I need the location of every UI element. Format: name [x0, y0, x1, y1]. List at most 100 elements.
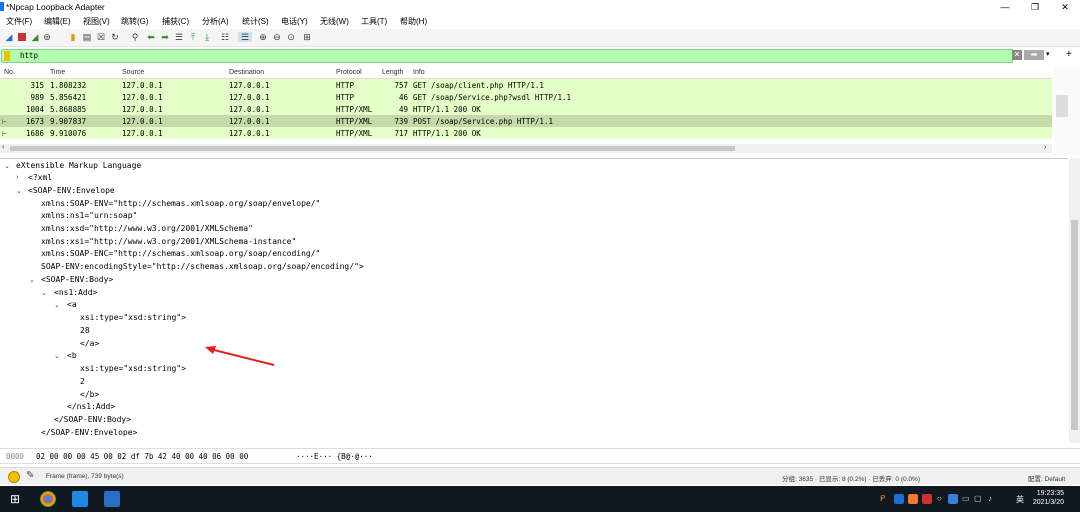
add-filter-button-icon[interactable]: + — [1066, 49, 1076, 61]
tree-item[interactable]: </SOAP-ENV:Body> — [54, 415, 131, 424]
filter-dropdown-icon[interactable]: ▾ — [1046, 50, 1054, 60]
details-vscrollbar[interactable] — [1069, 158, 1080, 443]
tree-item[interactable]: 28 — [80, 326, 90, 335]
wireshark-taskbar-icon[interactable] — [104, 491, 120, 507]
monitor-icon[interactable]: ▢ — [974, 494, 982, 503]
tree-item[interactable]: eXtensible Markup Language — [16, 161, 141, 170]
menu-capture[interactable]: 捕获(C) — [162, 16, 189, 27]
taskbar-clock[interactable]: 19:23:35 2021/3/20 — [1033, 489, 1064, 507]
packet-list-hscrollbar[interactable]: ‹ › — [0, 144, 1052, 153]
windows-start-icon[interactable]: ⊞ — [10, 493, 20, 505]
maximize-button[interactable]: ❐ — [1020, 0, 1050, 14]
menu-analyze[interactable]: 分析(A) — [202, 16, 229, 27]
go-back-icon[interactable]: ⬅ — [146, 32, 156, 42]
network-icon[interactable]: ▭ — [962, 494, 970, 503]
edit-comment-icon[interactable]: ✎ — [26, 470, 34, 481]
last-packet-icon[interactable]: ⤓ — [202, 32, 212, 42]
tree-item[interactable]: </a> — [80, 339, 99, 348]
tree-item[interactable]: </b> — [80, 390, 99, 399]
chevron-down-icon[interactable]: ⌄ — [54, 352, 60, 360]
bytes-ascii[interactable]: ····E··· {B@·@··· — [296, 452, 373, 461]
capture-options-icon[interactable]: ⊚ — [42, 32, 52, 42]
volume-icon[interactable]: ♪ — [988, 494, 992, 503]
tree-item[interactable]: xsi:type="xsd:string"> — [80, 364, 186, 373]
filter-text[interactable]: http — [20, 51, 38, 60]
menu-telephony[interactable]: 电话(Y) — [281, 16, 308, 27]
chevron-down-icon[interactable]: ⌄ — [29, 276, 35, 284]
column-protocol[interactable]: Protocol — [336, 69, 362, 76]
vscode-icon[interactable] — [72, 491, 88, 507]
autoscroll-icon[interactable]: ☷ — [220, 32, 230, 42]
start-capture-icon[interactable]: ◢ — [4, 32, 14, 42]
scroll-right-icon[interactable]: › — [1044, 144, 1046, 151]
tree-item[interactable]: xmlns:xsd="http://www.w3.org/2001/XMLSch… — [41, 224, 253, 233]
packet-row[interactable]: 1004 5.868885 127.0.0.1 127.0.0.1 HTTP/X… — [0, 103, 1052, 115]
tree-item[interactable]: xmlns:ns1="urn:soap" — [41, 211, 137, 220]
tree-item[interactable]: xmlns:xsi="http://www.w3.org/2001/XMLSch… — [41, 237, 296, 246]
menu-view[interactable]: 视图(V) — [83, 16, 110, 27]
tree-item[interactable]: <?xml — [28, 173, 52, 182]
chevron-down-icon[interactable]: ⌄ — [16, 187, 22, 195]
display-filter-input[interactable]: http — [1, 49, 1013, 63]
tree-item[interactable]: 2 — [80, 377, 85, 386]
reload-file-icon[interactable]: ↻ — [110, 32, 120, 42]
go-forward-icon[interactable]: ➡ — [160, 32, 170, 42]
tree-item[interactable]: <ns1:Add> — [54, 288, 97, 297]
go-to-packet-icon[interactable]: ☰ — [174, 32, 184, 42]
menu-statistics[interactable]: 统计(S) — [242, 16, 269, 27]
column-destination[interactable]: Destination — [229, 69, 264, 76]
details-vscroll-thumb[interactable] — [1071, 220, 1078, 430]
scroll-left-icon[interactable]: ‹ — [2, 144, 4, 151]
save-file-icon[interactable]: ▤ — [82, 32, 92, 42]
zoom-out-icon[interactable]: ⊖ — [272, 32, 282, 42]
chevron-down-icon[interactable]: ⌄ — [41, 289, 47, 297]
minimize-button[interactable]: — — [990, 0, 1020, 14]
close-file-icon[interactable]: ☒ — [96, 32, 106, 42]
column-no[interactable]: No. — [4, 69, 15, 76]
menu-file[interactable]: 文件(F) — [6, 16, 32, 27]
chrome-icon[interactable] — [40, 491, 56, 507]
chevron-down-icon[interactable]: ⌄ — [54, 301, 60, 309]
tree-item[interactable]: xmlns:SOAP-ENC="http://schemas.xmlsoap.o… — [41, 249, 320, 258]
menu-help[interactable]: 帮助(H) — [400, 16, 427, 27]
column-length[interactable]: Length — [382, 69, 403, 76]
colorize-icon[interactable]: ☰ — [238, 32, 252, 42]
tree-item[interactable]: </SOAP-ENV:Envelope> — [41, 428, 137, 437]
tree-item[interactable]: <b — [67, 351, 77, 360]
tray-app-icon[interactable] — [922, 494, 932, 504]
zoom-in-icon[interactable]: ⊕ — [258, 32, 268, 42]
menu-go[interactable]: 跳转(G) — [121, 16, 149, 27]
tray-circle-icon[interactable]: ○ — [937, 494, 942, 503]
apply-filter-icon[interactable]: ➡ — [1024, 50, 1044, 60]
restart-capture-icon[interactable]: ◢ — [30, 32, 40, 42]
packet-row[interactable]: ⊢ 1686 9.910076 127.0.0.1 127.0.0.1 HTTP… — [0, 127, 1052, 139]
stop-capture-icon[interactable] — [18, 33, 26, 41]
tree-item[interactable]: SOAP-ENV:encodingStyle="http://schemas.x… — [41, 262, 364, 271]
bytes-hex[interactable]: 02 00 00 00 45 00 02 df 7b 42 40 00 40 0… — [36, 452, 248, 461]
tree-item[interactable]: </ns1:Add> — [67, 402, 115, 411]
tree-item[interactable]: xsi:type="xsd:string"> — [80, 313, 186, 322]
vscroll-thumb[interactable] — [1056, 95, 1068, 117]
hscroll-thumb[interactable] — [10, 146, 735, 151]
tree-item[interactable]: <a — [67, 300, 77, 309]
packet-row[interactable]: 989 5.856421 127.0.0.1 127.0.0.1 HTTP 46… — [0, 91, 1052, 103]
resize-columns-icon[interactable]: ⊞ — [302, 32, 312, 42]
chevron-down-icon[interactable]: ⌄ — [4, 162, 10, 170]
expert-info-icon[interactable] — [8, 471, 20, 483]
open-file-icon[interactable]: ▮ — [68, 32, 78, 42]
ime-language[interactable]: 英 — [1016, 494, 1024, 505]
chevron-right-icon[interactable]: › — [16, 174, 18, 181]
tree-item[interactable]: xmlns:SOAP-ENV="http://schemas.xmlsoap.o… — [41, 199, 320, 208]
menu-edit[interactable]: 编辑(E) — [44, 16, 71, 27]
zoom-reset-icon[interactable]: ⊙ — [286, 32, 296, 42]
tray-app-icon[interactable] — [908, 494, 918, 504]
clear-filter-icon[interactable]: ✕ — [1012, 50, 1022, 60]
status-profile[interactable]: 配置: Default — [1028, 473, 1065, 483]
tree-item[interactable]: <SOAP-ENV:Envelope — [28, 186, 115, 195]
column-info[interactable]: Info — [413, 69, 425, 76]
bookmark-icon[interactable] — [4, 51, 10, 61]
tray-app-icon[interactable] — [948, 494, 958, 504]
find-packet-icon[interactable]: ⚲ — [130, 32, 140, 42]
menu-tools[interactable]: 工具(T) — [361, 16, 387, 27]
packet-list-vscrollbar[interactable] — [1054, 67, 1080, 155]
